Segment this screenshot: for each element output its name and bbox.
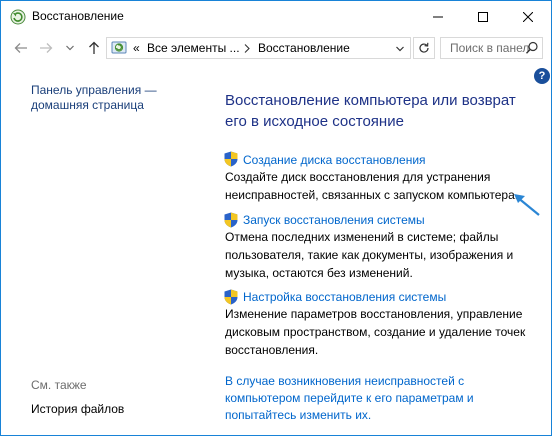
title-bar: Восстановление	[1, 1, 551, 32]
go-to-settings-link[interactable]: В случае возникновения неисправностей с …	[225, 373, 485, 424]
navigation-bar: « Все элементы ... Восстановление	[1, 32, 551, 64]
shield-icon	[224, 151, 238, 167]
refresh-icon	[419, 42, 429, 53]
desc-line: дисковым пространством, создание и удале…	[225, 325, 526, 339]
recovery-window: Восстановление « Все элементы ... Восста…	[0, 0, 552, 436]
recovery-icon	[10, 9, 26, 25]
page-title: Восстановление компьютера или возврат ег…	[225, 90, 525, 132]
forward-button[interactable]	[35, 37, 57, 59]
refresh-button[interactable]	[413, 37, 435, 59]
search-icon[interactable]	[525, 41, 539, 55]
breadcrumb-all-items[interactable]: Все элементы ...	[147, 41, 240, 55]
search-box[interactable]	[440, 37, 543, 59]
system-restore-link[interactable]: Запуск восстановления системы	[243, 213, 425, 227]
chevron-down-icon	[396, 46, 404, 52]
desc-line: Изменение параметров восстановления, упр…	[225, 307, 523, 321]
desc-line: Создайте диск восстановления для устране…	[225, 170, 491, 184]
recovery-icon	[111, 41, 127, 54]
page-title-line-1: Восстановление компьютера или возврат	[225, 92, 516, 109]
arrow-annotation-icon	[514, 194, 540, 216]
shield-icon	[224, 212, 238, 228]
search-input[interactable]	[441, 38, 530, 58]
back-button[interactable]	[10, 37, 32, 59]
create-recovery-drive-description: Создайте диск восстановления для устране…	[225, 168, 535, 204]
breadcrumb-chevron-icon[interactable]	[244, 44, 250, 53]
bottom-link-line-1: В случае возникновения неисправностей с	[225, 374, 465, 388]
bottom-link-line-3: попытайтесь изменить их.	[225, 408, 372, 422]
desc-line: пользователя, такие как документы, изобр…	[225, 248, 514, 262]
minimize-button[interactable]	[415, 1, 460, 32]
control-panel-home-link[interactable]: Панель управления — домашняя страница	[31, 83, 157, 113]
chevron-down-icon	[66, 45, 74, 51]
page-title-line-2: его в исходное состояние	[225, 113, 404, 130]
breadcrumb-overflow[interactable]: «	[133, 41, 140, 55]
help-icon: ?	[538, 70, 546, 82]
home-link-line-2: домашняя страница	[31, 98, 144, 112]
see-also-heading: См. также	[31, 378, 87, 392]
minimize-icon	[432, 16, 443, 17]
home-link-line-1: Панель управления —	[31, 83, 157, 97]
configure-system-restore-link[interactable]: Настройка восстановления системы	[243, 290, 446, 304]
bottom-link-line-2: компьютером перейдите к его параметрам и	[225, 391, 474, 405]
shield-icon	[224, 289, 238, 305]
address-bar[interactable]: « Все элементы ... Восстановление	[106, 37, 411, 59]
address-dropdown-button[interactable]	[392, 41, 408, 57]
help-button[interactable]: ?	[534, 68, 550, 84]
system-restore-description: Отмена последних изменений в системе; фа…	[225, 228, 535, 282]
recent-locations-button[interactable]	[59, 37, 81, 59]
desc-line: восстановления.	[225, 343, 319, 357]
arrow-up-icon	[89, 41, 99, 54]
close-icon	[522, 11, 533, 22]
arrow-left-icon	[14, 43, 27, 53]
arrow-right-icon	[40, 43, 53, 53]
maximize-button[interactable]	[460, 1, 505, 32]
desc-line: Отмена последних изменений в системе; фа…	[225, 230, 499, 244]
close-button[interactable]	[505, 1, 550, 32]
breadcrumb-recovery[interactable]: Восстановление	[258, 41, 350, 55]
desc-line: неисправностей, связанных с запуском ком…	[225, 188, 519, 202]
configure-system-restore-description: Изменение параметров восстановления, упр…	[225, 305, 535, 359]
maximize-icon	[477, 11, 488, 22]
file-history-link[interactable]: История файлов	[31, 402, 124, 416]
desc-line: музыка, остаются без изменений.	[225, 266, 413, 280]
create-recovery-drive-link[interactable]: Создание диска восстановления	[243, 153, 426, 167]
up-button[interactable]	[83, 37, 105, 59]
window-title: Восстановление	[32, 9, 124, 23]
